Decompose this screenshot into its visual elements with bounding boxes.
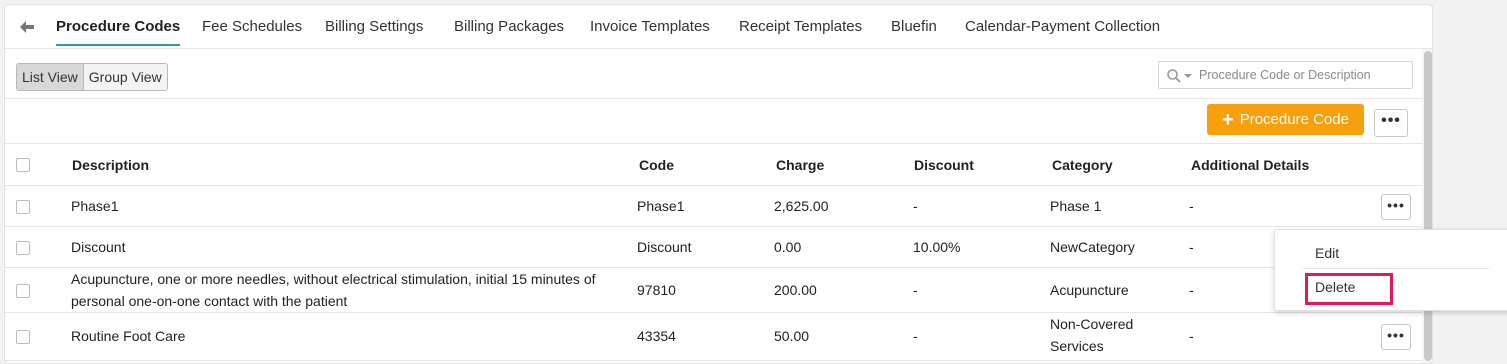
table-header: Description Code Charge Discount Categor… [5, 144, 1422, 186]
cell-charge: 200.00 [774, 282, 817, 298]
menu-item-delete[interactable]: Delete [1315, 279, 1355, 295]
header-category[interactable]: Category [1052, 144, 1113, 186]
vertical-scrollbar[interactable] [1422, 49, 1432, 363]
row-actions-button[interactable]: ••• [1381, 324, 1411, 350]
cell-description: Discount [71, 239, 126, 255]
header-discount[interactable]: Discount [914, 144, 974, 186]
cell-description: Phase1 [71, 198, 119, 214]
cell-code: 97810 [637, 282, 676, 298]
cell-code: Phase1 [637, 198, 685, 214]
row-checkbox[interactable] [16, 200, 30, 214]
cell-additional-details: - [1189, 282, 1194, 298]
group-view-button[interactable]: Group View [83, 64, 167, 90]
tab-procedure-codes[interactable]: Procedure Codes [56, 5, 181, 49]
table-row[interactable]: Phase1 Phase1 2,625.00 - Phase 1 - ••• [5, 186, 1422, 227]
cell-charge: 0.00 [774, 239, 802, 255]
cell-additional-details: - [1189, 328, 1194, 344]
menu-divider [1303, 268, 1489, 269]
cell-category: Phase 1 [1050, 198, 1102, 214]
cell-category: Non-Covered Services [1050, 316, 1134, 354]
row-actions-button[interactable]: ••• [1381, 194, 1411, 220]
table-row[interactable]: Routine Foot Care 43354 50.00 - Non-Cove… [5, 313, 1422, 361]
tab-calendar-payment-collection[interactable]: Calendar-Payment Collection [965, 5, 1160, 49]
list-view-button[interactable]: List View [17, 64, 84, 90]
cell-description: Routine Foot Care [71, 328, 186, 344]
search-filter-caret-icon[interactable] [1184, 74, 1192, 78]
search-input[interactable] [1199, 62, 1409, 88]
header-description[interactable]: Description [72, 144, 149, 186]
tab-billing-settings[interactable]: Billing Settings [325, 5, 423, 49]
select-all-checkbox[interactable] [16, 158, 30, 172]
search-icon[interactable] [1166, 68, 1182, 84]
header-code[interactable]: Code [639, 144, 674, 186]
menu-item-edit[interactable]: Edit [1315, 245, 1339, 261]
tab-billing-packages[interactable]: Billing Packages [454, 5, 564, 49]
view-toolbar: List View Group View [5, 49, 1422, 99]
table-row[interactable]: Discount Discount 0.00 10.00% NewCategor… [5, 227, 1422, 268]
tab-invoice-templates[interactable]: Invoice Templates [590, 5, 710, 49]
cell-discount: - [913, 198, 918, 214]
tab-bluefin[interactable]: Bluefin [891, 5, 937, 49]
add-procedure-code-button[interactable]: + Procedure Code [1207, 104, 1364, 135]
cell-description: Acupuncture, one or more needles, withou… [71, 271, 596, 309]
cell-charge: 50.00 [774, 328, 810, 344]
header-charge[interactable]: Charge [776, 144, 824, 186]
cell-code: 43354 [637, 328, 676, 344]
view-toggle: List View Group View [16, 63, 168, 91]
procedure-codes-panel: Procedure Codes Fee Schedules Billing Se… [4, 4, 1433, 364]
cell-additional-details: - [1189, 239, 1194, 255]
header-additional-details[interactable]: Additional Details [1191, 144, 1309, 186]
cell-discount: - [913, 282, 918, 298]
scrollbar-thumb[interactable] [1424, 51, 1432, 361]
table-row[interactable]: Acupuncture, one or more needles, withou… [5, 268, 1422, 313]
plus-icon: + [1222, 109, 1234, 131]
action-row: + Procedure Code ••• [5, 99, 1422, 144]
cell-category: NewCategory [1050, 239, 1135, 255]
cell-charge: 2,625.00 [774, 198, 829, 214]
row-checkbox[interactable] [16, 284, 30, 298]
cell-discount: - [913, 328, 918, 344]
tab-bar: Procedure Codes Fee Schedules Billing Se… [5, 5, 1432, 49]
add-procedure-code-label: Procedure Code [1239, 111, 1349, 128]
cell-code: Discount [637, 239, 692, 255]
cell-category: Acupuncture [1050, 282, 1129, 298]
row-checkbox[interactable] [16, 330, 30, 344]
cell-additional-details: - [1189, 198, 1194, 214]
row-actions-menu: Edit Delete [1274, 229, 1507, 311]
tab-receipt-templates[interactable]: Receipt Templates [739, 5, 862, 49]
more-options-button[interactable]: ••• [1374, 109, 1408, 137]
search-box [1158, 61, 1413, 89]
row-checkbox[interactable] [16, 241, 30, 255]
tab-fee-schedules[interactable]: Fee Schedules [202, 5, 302, 49]
cell-discount: 10.00% [913, 239, 961, 255]
back-arrow-icon[interactable] [17, 17, 37, 37]
